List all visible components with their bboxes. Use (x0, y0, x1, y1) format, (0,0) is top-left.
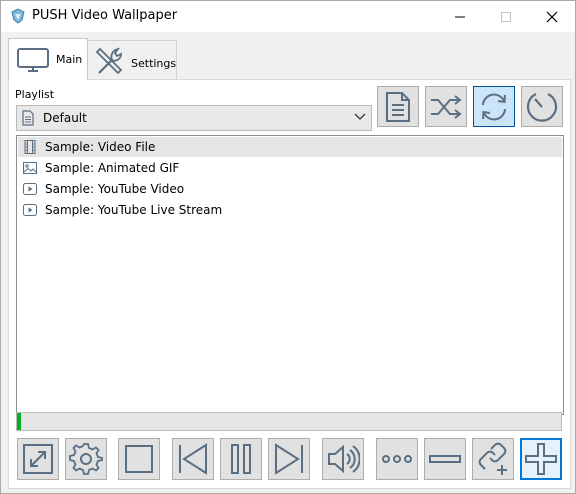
remove-icon (428, 454, 462, 464)
list-item[interactable]: Sample: YouTube Video (18, 179, 562, 199)
fullscreen-button[interactable] (17, 438, 59, 480)
document-icon (21, 110, 35, 126)
playlist-label: Playlist (15, 88, 55, 101)
list-item-label: Sample: Animated GIF (45, 161, 180, 175)
playback-progress-bar[interactable] (16, 412, 562, 431)
play-icon (23, 182, 37, 196)
previous-button[interactable] (172, 438, 214, 480)
progress-fill (17, 413, 22, 430)
app-window: PUSH Video Wallpaper Main Settings Playl… (0, 0, 576, 494)
title-bar[interactable]: PUSH Video Wallpaper (1, 1, 575, 32)
settings-button[interactable] (65, 438, 107, 480)
monitor-icon (16, 46, 50, 74)
list-item[interactable]: Sample: Video File (18, 137, 562, 157)
next-button[interactable] (268, 438, 310, 480)
playlist-manager-button[interactable] (377, 86, 419, 127)
loop-icon (477, 91, 511, 123)
tools-icon (93, 45, 127, 77)
timer-icon (525, 90, 559, 124)
window-title: PUSH Video Wallpaper (32, 8, 178, 23)
playlist-items[interactable]: Sample: Video File Sample: Animated GIF … (16, 135, 564, 415)
tab-settings-label: Settings (131, 57, 177, 70)
tab-main-label: Main (56, 53, 83, 66)
maximize-icon (501, 11, 511, 22)
app-icon (10, 8, 26, 24)
volume-button[interactable] (322, 438, 364, 480)
shuffle-icon (429, 93, 463, 121)
playlist-dropdown[interactable]: Default (16, 105, 372, 131)
list-item-label: Sample: YouTube Video (45, 182, 185, 196)
list-item[interactable]: Sample: Animated GIF (18, 158, 562, 178)
playlist-selected-value: Default (43, 111, 87, 125)
image-icon (23, 161, 37, 175)
list-item-label: Sample: Video File (45, 140, 156, 154)
document-icon (383, 91, 413, 123)
remove-item-button[interactable] (424, 438, 466, 480)
pause-icon (228, 443, 254, 475)
timer-button[interactable] (521, 86, 563, 127)
volume-icon (326, 443, 360, 475)
pause-button[interactable] (220, 438, 262, 480)
more-icon (380, 454, 414, 464)
expand-icon (21, 442, 55, 476)
tab-main[interactable]: Main (8, 38, 88, 80)
add-icon (524, 442, 558, 476)
tab-strip: Main Settings (1, 32, 575, 80)
play-icon (23, 203, 37, 217)
tab-settings[interactable]: Settings (87, 40, 177, 80)
maximize-button[interactable] (483, 1, 529, 32)
loop-button[interactable] (473, 86, 515, 127)
add-url-button[interactable] (472, 438, 514, 480)
close-icon (546, 11, 558, 22)
previous-icon (176, 443, 210, 475)
list-item-label: Sample: YouTube Live Stream (45, 203, 223, 217)
add-url-icon (475, 441, 511, 477)
shuffle-button[interactable] (425, 86, 467, 127)
list-item[interactable]: Sample: YouTube Live Stream (18, 200, 562, 220)
minimize-button[interactable] (437, 1, 483, 32)
minimize-icon (455, 16, 465, 17)
stop-button[interactable] (118, 438, 160, 480)
stop-icon (124, 444, 154, 474)
film-icon (23, 140, 37, 154)
chevron-down-icon (354, 112, 366, 122)
close-button[interactable] (529, 1, 575, 32)
gear-icon (69, 442, 103, 476)
add-item-button[interactable] (520, 438, 562, 480)
next-icon (272, 443, 306, 475)
more-options-button[interactable] (376, 438, 418, 480)
